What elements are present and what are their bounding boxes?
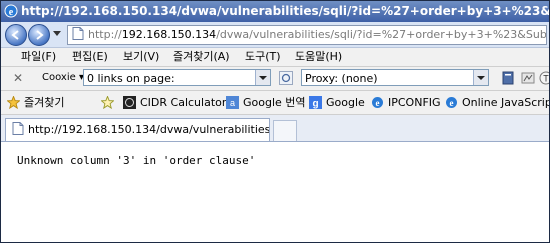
tab-active[interactable]: http://192.168.150.134/dvwa/vulnerabilit… [5, 118, 270, 141]
menu-bar: 파일(F) 편집(E) 보기(V) 즐겨찾기(A) 도구(T) 도움말(H) [1, 48, 549, 67]
back-button[interactable] [5, 24, 27, 46]
svg-text:a: a [230, 98, 235, 108]
chevron-down-icon [473, 70, 488, 85]
favorite-label: Google 번역 [243, 96, 306, 109]
navigation-bar: http://192.168.150.134/dvwa/vulnerabilit… [1, 22, 549, 48]
menu-view[interactable]: 보기(V) [123, 48, 159, 66]
links-dropdown[interactable]: 0 links on page: [83, 69, 271, 86]
new-tab-button[interactable] [273, 120, 297, 141]
address-path: /dvwa/vulnerabilities/sqli/?id=%27+order… [216, 28, 547, 41]
favorite-label: IPCONFIG [388, 96, 441, 109]
links-dropdown-value: 0 links on page: [87, 72, 175, 85]
favorites-bar: 즐겨찾기 CIDR Calculator a Google 번역 g Google … [1, 91, 549, 115]
address-bar[interactable]: http://192.168.150.134/dvwa/vulnerabilit… [67, 25, 547, 45]
cooxie-label: Cooxie [42, 72, 76, 83]
proxy-dropdown-value: Proxy: (none) [305, 72, 378, 85]
menu-help[interactable]: 도움말(H) [295, 48, 342, 66]
page-content: Unknown column '3' in 'order clause' [1, 142, 549, 242]
svg-text:e: e [376, 98, 380, 108]
add-favorite-button[interactable] [101, 91, 118, 114]
add-star-icon [101, 96, 114, 109]
menu-edit[interactable]: 편집(E) [72, 48, 108, 66]
forward-button[interactable] [28, 24, 50, 46]
tab-bar: http://192.168.150.134/dvwa/vulnerabilit… [1, 115, 549, 142]
favorite-item[interactable]: e Online JavaScript [445, 91, 549, 114]
proxy-dropdown[interactable]: Proxy: (none) [301, 69, 489, 86]
tab-label: http://192.168.150.134/dvwa/vulnerabilit… [28, 123, 270, 136]
ie-favicon-icon: e [372, 97, 383, 108]
svg-text:e: e [9, 7, 14, 18]
forward-arrow-icon [36, 30, 44, 40]
svg-text:e: e [450, 98, 454, 108]
chevron-down-icon [255, 70, 270, 85]
ie-logo-icon: e [4, 4, 18, 18]
favorite-label: Google [326, 96, 365, 109]
refresh-icon[interactable] [279, 71, 293, 85]
title-bar: e http://192.168.150.134/dvwa/vulnerabil… [1, 1, 549, 22]
window-title: http://192.168.150.134/dvwa/vulnerabilit… [21, 4, 549, 18]
addon-toolbar: ✕ Cooxie ▾ 0 links on page: Proxy: (none… [1, 67, 549, 91]
page-icon [72, 27, 84, 40]
page-icon [12, 122, 24, 135]
favorite-label: Online JavaScript [462, 96, 549, 109]
favorite-item[interactable]: g Google [309, 91, 365, 114]
favorite-item[interactable]: CIDR Calculator [123, 91, 226, 114]
ie-favicon-icon: e [446, 97, 457, 108]
info-icon[interactable]: T [539, 71, 550, 85]
cooxie-button[interactable]: Cooxie ▾ [42, 72, 84, 83]
close-toolbar-icon[interactable]: ✕ [13, 71, 23, 85]
address-host: 192.168.150.134 [121, 28, 217, 41]
menu-file[interactable]: 파일(F) [21, 48, 56, 66]
browser-window: e http://192.168.150.134/dvwa/vulnerabil… [0, 0, 550, 243]
favorite-item[interactable]: e IPCONFIG [371, 91, 441, 114]
history-dropdown-icon[interactable] [53, 31, 61, 37]
favorite-label: CIDR Calculator [140, 96, 227, 109]
menu-favorites[interactable]: 즐겨찾기(A) [173, 48, 230, 66]
translate-favicon-icon: a [226, 96, 239, 109]
favorites-label: 즐겨찾기 [24, 96, 65, 109]
menu-tools[interactable]: 도구(T) [245, 48, 281, 66]
star-icon [7, 96, 20, 109]
cidr-favicon-icon [123, 96, 136, 109]
error-message: Unknown column '3' in 'order clause' [17, 154, 256, 167]
svg-text:T: T [543, 74, 549, 84]
favorites-button[interactable]: 즐겨찾기 [7, 91, 64, 114]
back-arrow-icon [11, 30, 19, 40]
svg-text:g: g [312, 99, 318, 110]
book-icon[interactable] [501, 71, 515, 85]
settings-icon[interactable] [521, 71, 535, 85]
favorite-item[interactable]: a Google 번역 [226, 91, 306, 114]
google-favicon-icon: g [309, 96, 322, 109]
address-prefix: http:// [88, 28, 122, 41]
